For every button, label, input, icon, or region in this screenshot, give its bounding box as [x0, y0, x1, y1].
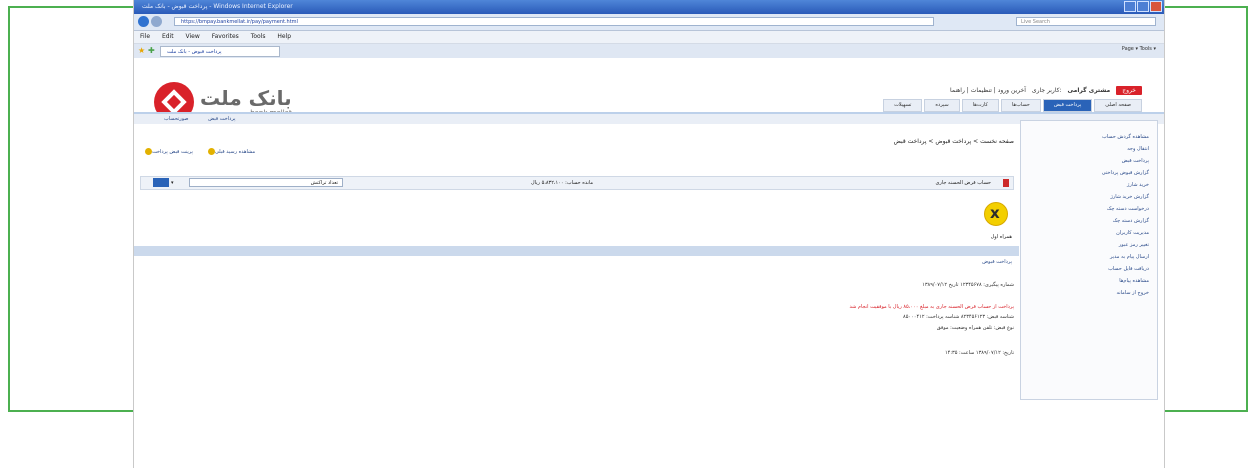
sidebar: مشاهده گردش حساب انتقال وجه پرداخت قبض گ…	[1020, 120, 1158, 400]
tab-loans[interactable]: تسهیلات	[883, 99, 923, 112]
menu-help[interactable]: Help	[277, 33, 291, 40]
sidebar-item[interactable]: انتقال وجه	[1021, 143, 1149, 155]
maximize-button[interactable]	[1137, 1, 1149, 12]
window-controls	[1124, 1, 1162, 12]
print-receipt-label: پرینت قبض پرداخت	[152, 149, 193, 155]
tab-deposit[interactable]: سپرده	[924, 99, 960, 112]
sidebar-item[interactable]: مدیریت کاربران	[1021, 227, 1149, 239]
command-bar-tools[interactable]: Page ▾ Tools ▾	[1122, 46, 1156, 52]
forward-icon[interactable]	[151, 16, 162, 27]
search-input[interactable]: Live Search	[1016, 17, 1156, 26]
menu-favorites[interactable]: Favorites	[212, 33, 239, 40]
receipt-icon	[207, 148, 215, 155]
frame-right-line	[1246, 6, 1248, 412]
address-bar: https://bmpay.bankmellat.ir/pay/payment.…	[134, 14, 1164, 31]
go-button[interactable]	[153, 178, 169, 187]
user-links[interactable]: آخرین ورود | تنظیمات | راهنما	[950, 87, 1026, 94]
account-row: حساب قرض الحسنه جاری مانده حساب: ۵،۸۳۲،۱…	[140, 176, 1014, 190]
window-titlebar: پرداخت قبوض - بانک ملت - Windows Interne…	[134, 0, 1164, 14]
sidebar-item[interactable]: مشاهده گردش حساب	[1021, 131, 1149, 143]
exit-button[interactable]: خروج	[1116, 86, 1142, 95]
page-actions: پرینت قبض پرداخت مشاهده رسید قبلی	[142, 148, 255, 155]
menu-bar: File Edit View Favorites Tools Help	[134, 31, 1164, 44]
tab-cards[interactable]: کارت‌ها	[961, 99, 999, 112]
user-bar: آخرین ورود | تنظیمات | راهنما کاربر جاری…	[950, 86, 1142, 95]
previous-receipt-label: مشاهده رسید قبلی	[214, 149, 256, 155]
bill-caption: همراه اول	[990, 234, 1012, 240]
browser-screenshot: پرداخت قبوض - بانک ملت - Windows Interne…	[133, 0, 1165, 468]
menu-view[interactable]: View	[186, 33, 200, 40]
frame-bottom-left-line	[8, 410, 134, 412]
sidebar-item[interactable]: ارسال پیام به مدیر	[1021, 251, 1149, 263]
sidebar-item[interactable]: درخواست دسته چک	[1021, 203, 1149, 215]
tab-home[interactable]: صفحه اصلی	[1094, 99, 1142, 112]
user-name: مشتری گرامی	[1067, 87, 1111, 94]
close-button[interactable]	[1150, 1, 1162, 12]
previous-receipt-link[interactable]: مشاهده رسید قبلی	[205, 148, 255, 155]
sidebar-item[interactable]: گزارش خرید شارژ	[1021, 191, 1149, 203]
window-title: پرداخت قبوض - بانک ملت - Windows Interne…	[142, 3, 293, 10]
frame-left-line	[8, 6, 10, 412]
sidebar-item[interactable]: پرداخت قبض	[1021, 155, 1149, 167]
quick-link-statement[interactable]: صورتحساب	[164, 116, 189, 122]
detail-line-2: پرداخت از حساب قرض الحسنه جاری به مبلغ ۸…	[849, 304, 1015, 310]
detail-line-4: نوع قبض: تلفن همراه وضعیت: موفق	[936, 325, 1014, 331]
section-title: پرداخت قبوض	[982, 259, 1012, 265]
section-band	[134, 246, 1019, 256]
bank-name-fa: بانک ملت	[200, 86, 292, 110]
menu-tools[interactable]: Tools	[251, 33, 266, 40]
quick-links-bar: پرداخت قبض صورتحساب	[134, 114, 1164, 124]
sidebar-item[interactable]: تغییر رمز عبور	[1021, 239, 1149, 251]
detail-line-1: شماره پیگیری: ۱۲۳۴۵۶۷۸ تاریخ ۱۳۸۹/۰۷/۱۲	[922, 282, 1014, 288]
mci-logo-icon	[984, 202, 1008, 226]
favorites-bar: ★ ✚ پرداخت قبوض - بانک ملت Page ▾ Tools …	[134, 44, 1164, 59]
user-label: کاربر جاری:	[1031, 87, 1062, 94]
top-nav: صفحه اصلی پرداخت قبض حساب‌ها کارت‌ها سپر…	[883, 99, 1142, 112]
sidebar-item[interactable]: گزارش قبوض پرداختی	[1021, 167, 1149, 179]
sidebar-item[interactable]: خرید شارژ	[1021, 179, 1149, 191]
filter-label: ▾	[171, 180, 174, 186]
quick-link-bill[interactable]: پرداخت قبض	[208, 116, 235, 122]
url-input[interactable]: https://bmpay.bankmellat.ir/pay/payment.…	[174, 17, 934, 26]
minimize-button[interactable]	[1124, 1, 1136, 12]
transaction-count-select[interactable]: تعداد تراکنش	[189, 178, 343, 187]
account-name: حساب قرض الحسنه جاری	[935, 180, 991, 186]
menu-edit[interactable]: Edit	[162, 33, 174, 40]
sidebar-item[interactable]: خروج از سامانه	[1021, 287, 1149, 299]
add-favorite-icon[interactable]: ✚	[148, 46, 155, 55]
account-flag-icon	[1003, 179, 1009, 187]
detail-line-5: تاریخ: ۱۳۸۹/۰۷/۱۲ ساعت: ۱۴:۳۵	[944, 350, 1014, 356]
breadcrumb: صفحه نخست > پرداخت قبوض > پرداخت قبض	[893, 138, 1014, 145]
tab-bill-payment[interactable]: پرداخت قبض	[1042, 99, 1093, 112]
account-balance: مانده حساب: ۵،۸۳۲،۱۰۰ ریال	[531, 180, 594, 186]
sidebar-item[interactable]: دریافت فایل حساب	[1021, 263, 1149, 275]
menu-file[interactable]: File	[140, 33, 150, 40]
favorites-star-icon[interactable]: ★	[138, 46, 145, 55]
sidebar-item[interactable]: گزارش دسته چک	[1021, 215, 1149, 227]
print-icon	[145, 148, 152, 155]
print-receipt-link[interactable]: پرینت قبض پرداخت	[142, 148, 193, 155]
browser-tab[interactable]: پرداخت قبوض - بانک ملت	[160, 46, 280, 57]
sidebar-item[interactable]: مشاهده پیام‌ها	[1021, 275, 1149, 287]
detail-line-3: شناسه قبض: ۸۲۳۴۵۶۱۲۳ شناسه پرداخت: ۸۵۰۰۰…	[903, 314, 1014, 320]
frame-bottom-right-line	[1163, 410, 1248, 412]
tab-accounts[interactable]: حساب‌ها	[1000, 99, 1041, 112]
back-icon[interactable]	[138, 16, 149, 27]
